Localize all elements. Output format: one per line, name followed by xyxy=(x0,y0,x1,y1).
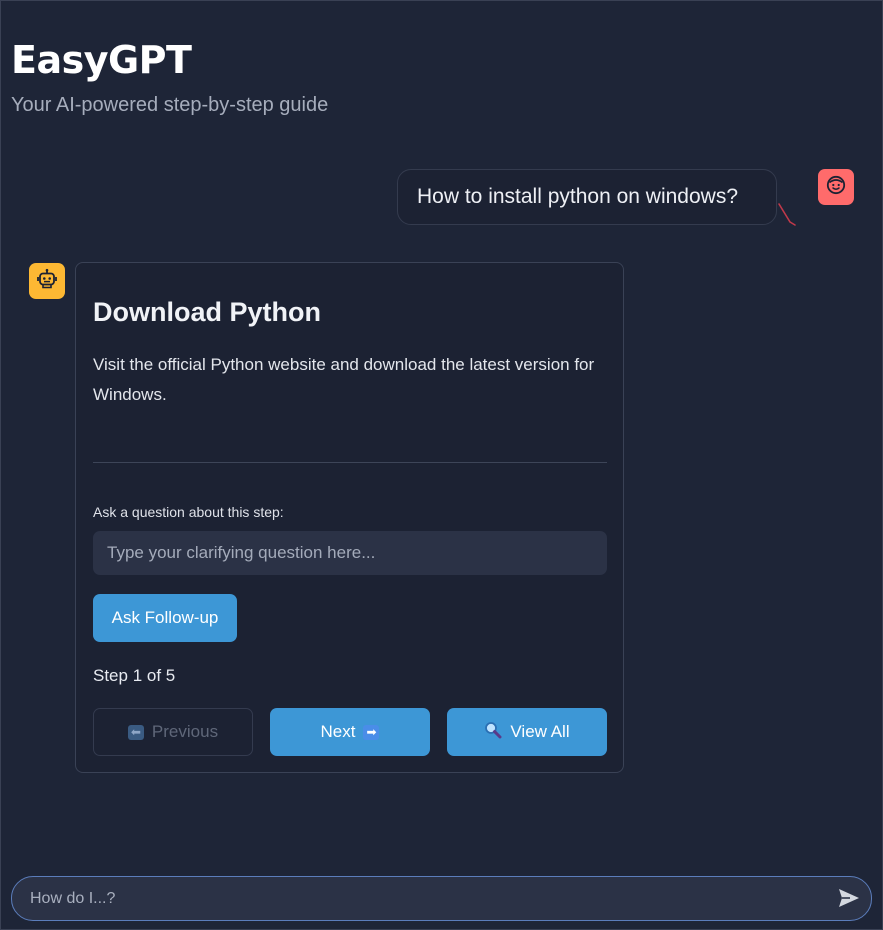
chat-input-bar xyxy=(11,876,872,921)
smiling-face-icon xyxy=(826,175,846,200)
clarifying-question-input[interactable] xyxy=(93,531,607,575)
next-label: Next xyxy=(320,722,356,741)
right-arrow-icon: ➡ xyxy=(363,724,380,740)
step-card: Download Python Visit the official Pytho… xyxy=(75,262,624,773)
chat-input[interactable] xyxy=(12,877,812,920)
user-message-bubble: How to install python on windows? xyxy=(397,169,777,225)
ask-follow-up-button[interactable]: Ask Follow-up xyxy=(93,594,237,642)
next-button[interactable]: Next ➡ xyxy=(270,708,430,756)
robot-face-icon xyxy=(36,268,58,295)
divider xyxy=(93,462,607,463)
send-icon xyxy=(838,888,860,911)
step-counter: Step 1 of 5 xyxy=(93,666,176,685)
send-button[interactable] xyxy=(837,887,861,911)
magnifying-glass-icon xyxy=(484,721,502,744)
app-subtitle: Your AI-powered step-by-step guide xyxy=(11,94,329,116)
user-avatar xyxy=(818,169,854,205)
view-all-button[interactable]: View All xyxy=(447,708,607,756)
left-arrow-icon: ⬅ xyxy=(127,724,144,740)
bot-avatar xyxy=(29,263,65,299)
user-message-text: How to install python on windows? xyxy=(417,185,739,208)
step-title: Download Python xyxy=(93,297,321,327)
view-all-label: View All xyxy=(510,722,570,741)
question-label: Ask a question about this step: xyxy=(93,504,284,520)
app-title: EasyGPT xyxy=(11,38,192,82)
cursor-mark-icon xyxy=(778,203,796,226)
previous-button[interactable]: ⬅ Previous xyxy=(93,708,253,756)
previous-label: Previous xyxy=(151,722,219,741)
step-description: Visit the official Python website and do… xyxy=(93,355,595,404)
